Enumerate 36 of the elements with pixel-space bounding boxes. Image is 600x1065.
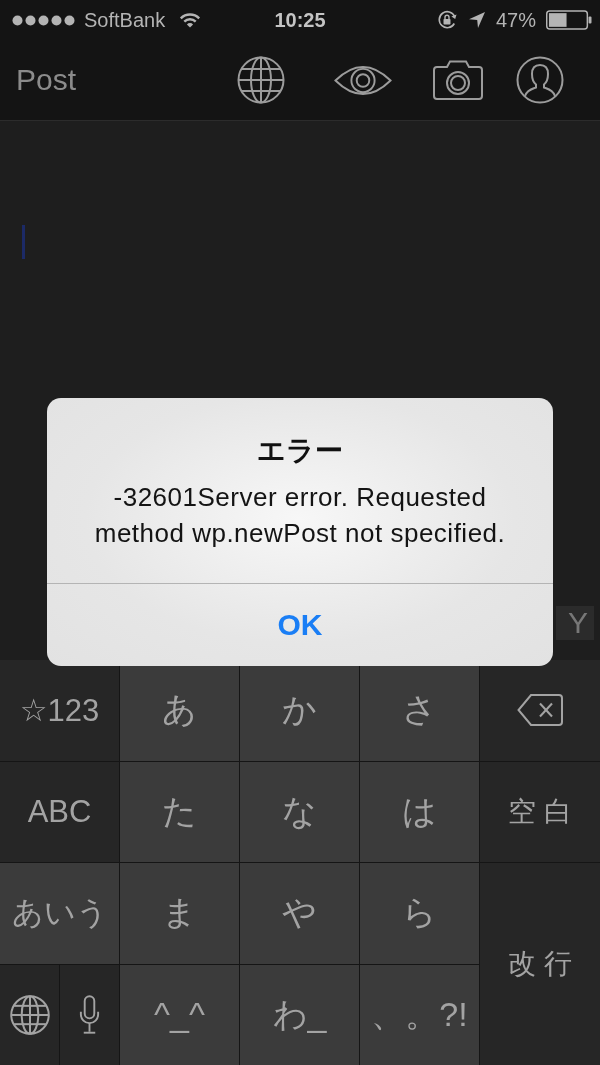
keyboard-key[interactable]: や: [240, 863, 359, 964]
space-key[interactable]: 空白: [480, 761, 600, 862]
keyboard-key[interactable]: あいう: [0, 863, 119, 964]
delete-key[interactable]: [480, 660, 600, 761]
battery-icon: [546, 10, 592, 30]
keyboard-key[interactable]: ABC: [0, 761, 119, 862]
keyboard-key[interactable]: わ_: [240, 964, 359, 1065]
return-key[interactable]: 改行: [480, 863, 600, 1065]
camera-icon[interactable]: [433, 60, 483, 100]
alert-message: -32601Server error. Requested method wp.newPost not specified.: [93, 481, 507, 550]
signal-strength-icon: [12, 14, 76, 26]
keyboard-key[interactable]: た: [120, 761, 239, 862]
rotation-lock-icon: [435, 9, 458, 31]
microphone-key[interactable]: [60, 964, 119, 1065]
battery-percentage: 47%: [495, 8, 536, 32]
eye-icon[interactable]: [334, 63, 392, 97]
keyboard-key[interactable]: 、。?!: [360, 964, 479, 1065]
corner-label: Y: [556, 606, 594, 640]
microphone-icon: [78, 995, 101, 1035]
globe-key[interactable]: [0, 964, 59, 1065]
clock-time: 10:25: [274, 8, 326, 32]
keyboard-key[interactable]: は: [360, 761, 479, 862]
keyboard-key[interactable]: ☆123: [0, 660, 119, 761]
keyboard-key[interactable]: ^_^: [120, 964, 239, 1065]
person-icon[interactable]: [516, 56, 564, 104]
keyboard-key[interactable]: ま: [120, 863, 239, 964]
keyboard-key[interactable]: な: [240, 761, 359, 862]
ok-button[interactable]: OK: [47, 583, 553, 666]
carrier-name: SoftBank: [84, 8, 166, 32]
globe-icon[interactable]: [237, 56, 285, 104]
keyboard-key[interactable]: ら: [360, 863, 479, 964]
globe-icon: [9, 994, 50, 1035]
delete-icon: [517, 694, 563, 727]
page-title: Post: [15, 63, 77, 97]
wifi-icon: [179, 12, 202, 28]
alert-title: エラー: [257, 434, 343, 468]
